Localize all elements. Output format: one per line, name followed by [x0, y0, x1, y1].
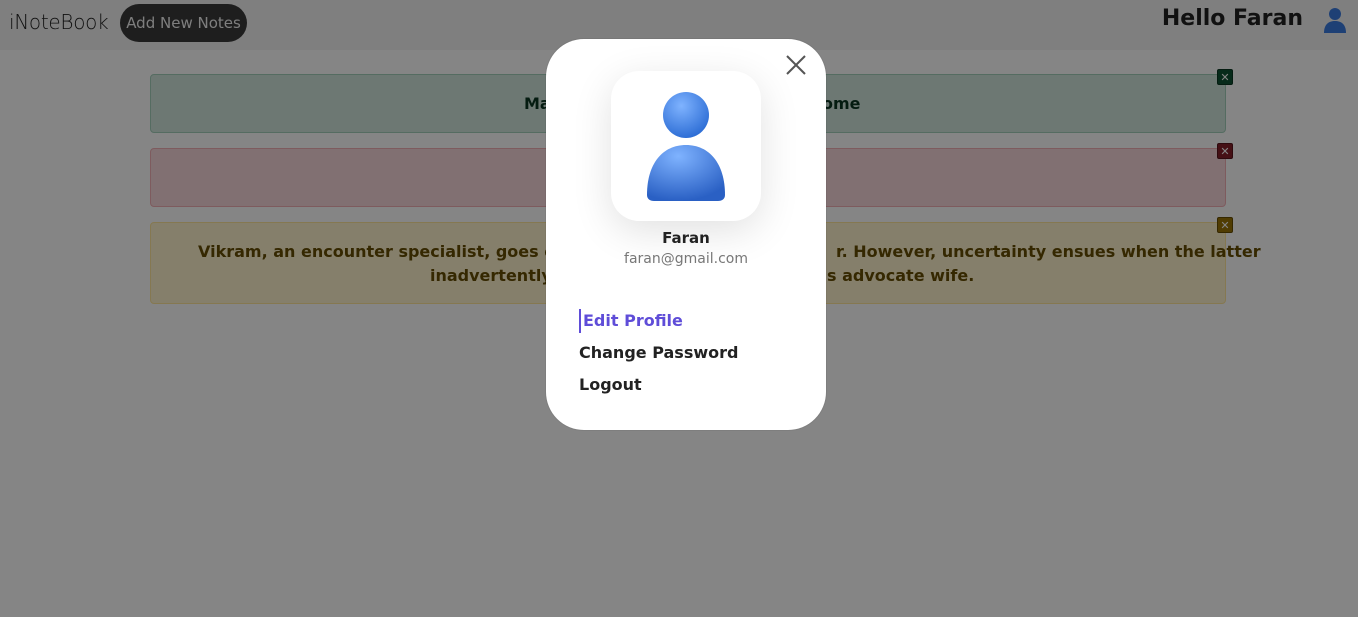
user-avatar-icon: [647, 92, 725, 201]
avatar: [611, 71, 761, 221]
change-password-link[interactable]: Change Password: [579, 341, 799, 365]
profile-modal: Faran faran@gmail.com Edit Profile Chang…: [546, 39, 826, 430]
profile-email: faran@gmail.com: [624, 251, 748, 267]
logout-link[interactable]: Logout: [579, 373, 799, 397]
profile-name: Faran: [662, 229, 710, 247]
close-x-icon[interactable]: [784, 53, 808, 77]
edit-profile-link[interactable]: Edit Profile: [579, 309, 799, 333]
profile-menu: Edit Profile Change Password Logout: [579, 309, 799, 405]
